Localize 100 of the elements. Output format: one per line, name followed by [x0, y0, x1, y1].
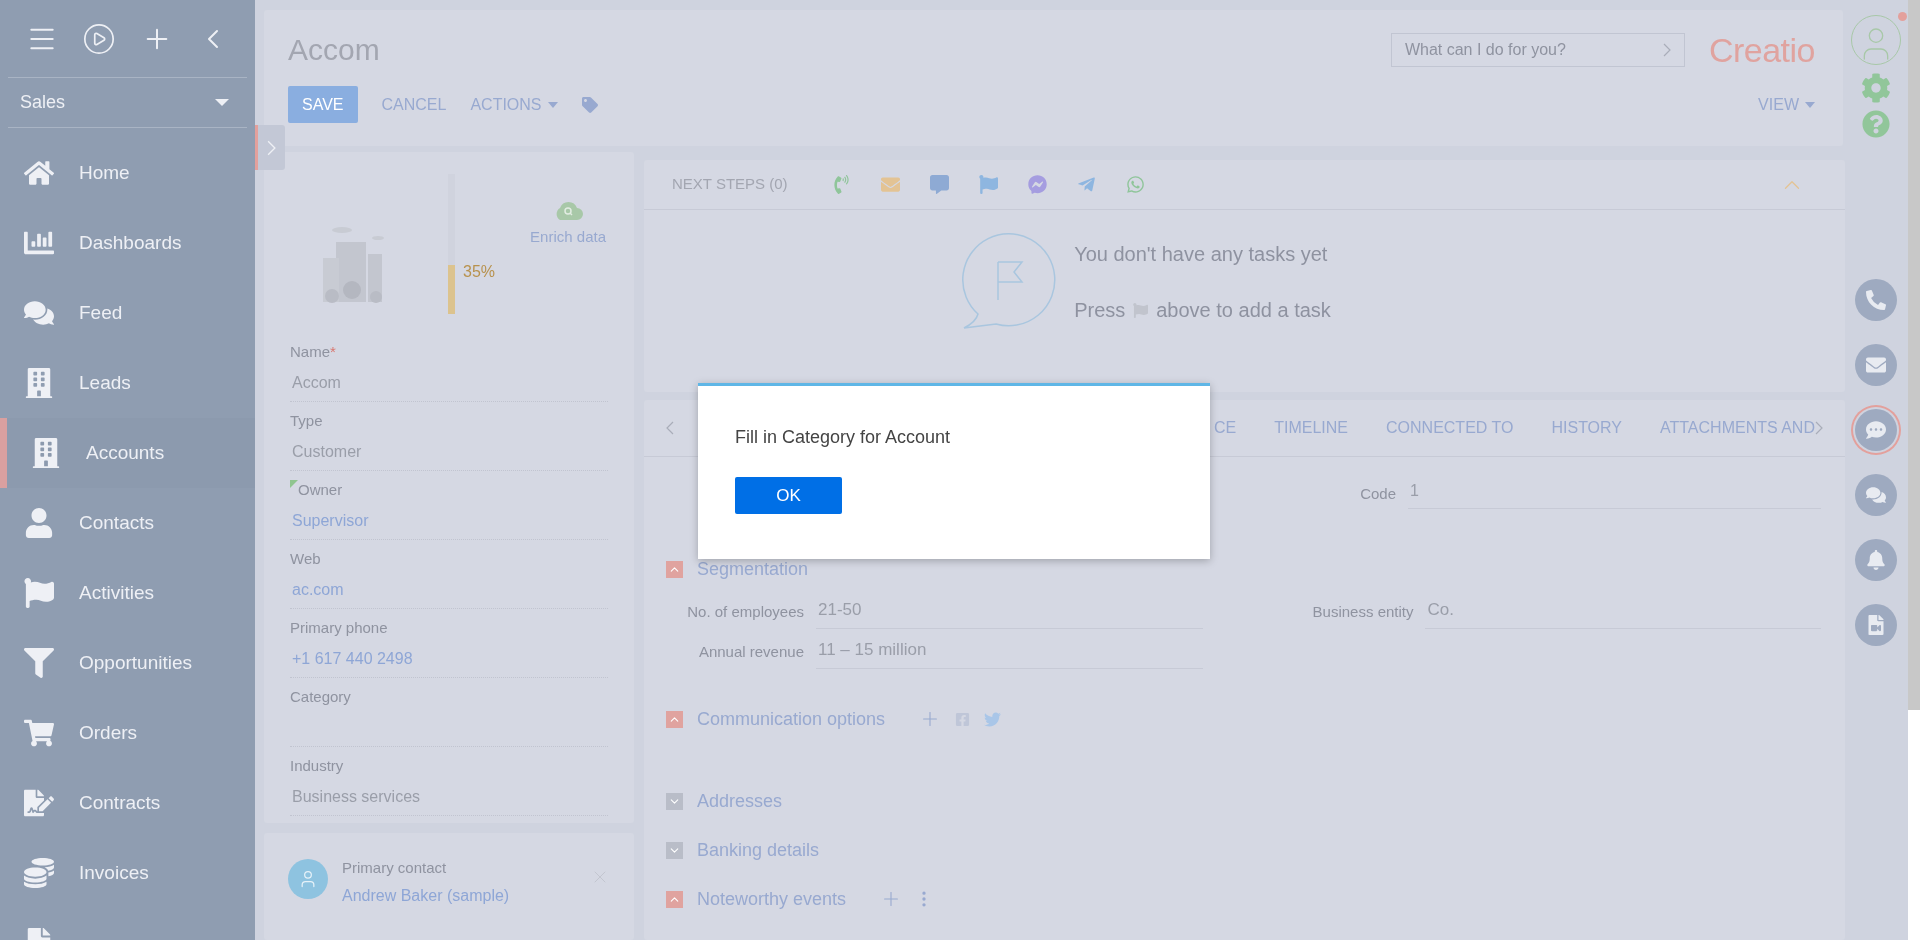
field-label: Business entity — [1311, 601, 1414, 622]
enrich-data-link[interactable]: Enrich data — [530, 226, 606, 249]
chevron-left-icon[interactable] — [666, 421, 674, 435]
section-title: Communication options — [697, 707, 886, 731]
scrollbar[interactable] — [1908, 0, 1920, 710]
rail-button[interactable] — [1854, 604, 1897, 646]
section-title: Addresses — [697, 789, 783, 813]
field-label: Category — [290, 687, 351, 707]
caret-icon — [215, 99, 229, 106]
section-toggle[interactable] — [666, 841, 683, 859]
building-icon — [31, 438, 61, 468]
nav-item[interactable]: Contracts — [0, 768, 255, 838]
twitter-icon[interactable] — [984, 710, 1002, 728]
envelope-icon[interactable] — [880, 175, 900, 194]
funnel-icon — [24, 648, 54, 678]
tab[interactable]: CE — [1214, 399, 1237, 457]
save-button[interactable]: SAVE — [288, 86, 358, 123]
field-input[interactable]: ac.com — [290, 575, 608, 609]
section-toggle[interactable] — [666, 710, 683, 728]
nav-item[interactable]: Opportunities — [0, 628, 255, 698]
rail-button[interactable] — [1854, 344, 1897, 386]
field-label: Owner — [298, 480, 343, 500]
play-icon[interactable] — [82, 21, 117, 56]
field-label: Primary phone — [290, 618, 388, 638]
nav-item[interactable]: Home — [0, 138, 255, 208]
nav-item[interactable]: Invoices — [0, 838, 255, 908]
ok-button[interactable]: OK — [735, 477, 842, 514]
rail-button[interactable] — [1854, 279, 1897, 321]
chevron-right-icon — [267, 139, 276, 156]
paper-plane-icon[interactable] — [1076, 175, 1096, 194]
whatsapp-icon[interactable] — [1125, 175, 1145, 194]
field-input[interactable]: Supervisor — [290, 506, 608, 540]
cancel-button[interactable]: CANCEL — [381, 86, 447, 123]
empty-state-title: You don't have any tasks yet — [1074, 242, 1329, 267]
section-toggle[interactable] — [666, 560, 683, 578]
field-input[interactable]: Business services — [290, 782, 608, 816]
field-input[interactable]: +1 617 440 2498 — [290, 644, 608, 678]
cart-icon — [24, 718, 54, 748]
section-toggle[interactable] — [666, 792, 683, 810]
tab[interactable]: CONNECTED TO — [1386, 399, 1514, 457]
corner-mark-icon — [290, 480, 298, 488]
logo: Creatio — [1708, 31, 1815, 69]
rail-button[interactable] — [1854, 474, 1897, 516]
nav-item[interactable]: Leads — [0, 348, 255, 418]
workplace-dropdown[interactable]: Sales — [8, 78, 247, 128]
nav-item[interactable]: Orders — [0, 698, 255, 768]
expand-panel-button[interactable] — [255, 125, 285, 170]
field-label: Industry — [290, 756, 344, 776]
field-input[interactable]: 1 — [1408, 479, 1821, 509]
flag-icon[interactable] — [978, 175, 998, 194]
nav-item[interactable]: Dashboards — [0, 208, 255, 278]
search-field[interactable]: What can I do for you? — [1390, 33, 1685, 67]
section-toggle[interactable] — [666, 890, 683, 908]
field-label: Name — [290, 342, 330, 362]
tab[interactable]: ATTACHMENTS AND — [1660, 399, 1815, 457]
chat-icon — [1865, 420, 1886, 440]
help-icon[interactable] — [1861, 110, 1890, 138]
mail-icon — [1865, 355, 1886, 375]
chat-bubbles-icon — [24, 298, 54, 328]
messenger-icon[interactable] — [1027, 175, 1047, 194]
hint-text: above to add a task — [1156, 298, 1331, 323]
tab[interactable]: HISTORY — [1551, 399, 1622, 457]
home-icon — [24, 158, 54, 188]
settings-icon[interactable] — [1860, 73, 1891, 103]
actions-button[interactable]: ACTIONS — [470, 86, 558, 123]
nav-item[interactable]: Activities — [0, 558, 255, 628]
view-button[interactable]: VIEW — [1758, 92, 1815, 117]
dialog-message: Fill in Category for Account — [735, 426, 951, 449]
section-title: Banking details — [697, 838, 820, 862]
chat-bubbles-icon — [1865, 485, 1886, 505]
contact-link[interactable]: Andrew Baker (sample) — [342, 883, 510, 908]
nav-item[interactable]: Feed — [0, 278, 255, 348]
field-input[interactable]: Accom — [290, 368, 608, 402]
field-input[interactable]: Co. — [1425, 595, 1821, 629]
chat-icon[interactable] — [929, 175, 949, 194]
contact-label: Primary contact — [342, 858, 448, 878]
tab[interactable]: TIMELINE — [1274, 399, 1349, 457]
nav-item[interactable]: Contacts — [0, 488, 255, 558]
coins-icon — [24, 858, 54, 888]
chevron-right-icon[interactable] — [1814, 421, 1823, 435]
field-label: Annual revenue — [697, 641, 804, 662]
rail-button[interactable] — [1854, 539, 1897, 581]
bell-icon — [1865, 550, 1886, 570]
phone-icon[interactable] — [831, 175, 851, 194]
field-input[interactable]: 11 – 15 million — [816, 635, 1204, 669]
section-title: Segmentation — [697, 557, 809, 581]
field-input[interactable]: 21-50 — [816, 595, 1204, 629]
field-label: No. of employees — [686, 601, 804, 622]
hint-text: Press — [1074, 298, 1126, 323]
chevron-right-icon — [1662, 43, 1671, 57]
person-icon — [24, 508, 54, 538]
rail-button[interactable] — [1854, 409, 1897, 451]
field-label: Code — [1359, 483, 1396, 504]
caret-icon — [1805, 101, 1815, 108]
flag-icon — [24, 578, 54, 608]
phone-icon — [1865, 290, 1886, 310]
tag-icon[interactable] — [581, 96, 598, 113]
field-label: Web — [290, 549, 321, 569]
progress-reading: 35% — [463, 262, 496, 282]
field-input[interactable]: Customer — [290, 437, 608, 471]
